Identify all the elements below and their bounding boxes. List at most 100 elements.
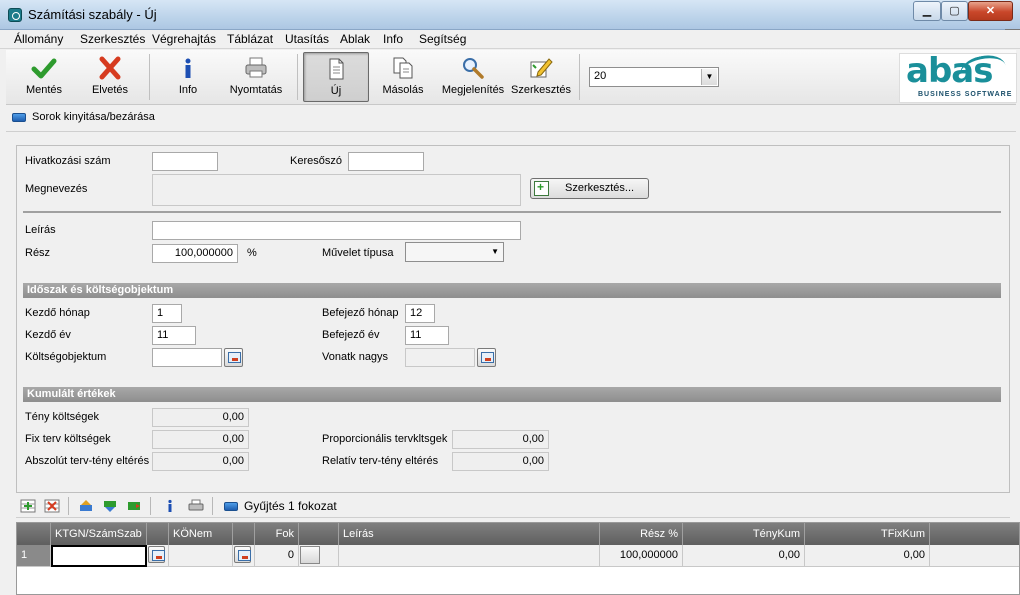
pencil-edit-icon [530, 58, 553, 78]
search-word-field[interactable] [348, 152, 424, 171]
add-edit-icon [534, 180, 549, 196]
maximize-button[interactable]: ▢ [941, 1, 968, 21]
grid-row-number[interactable]: 1 [17, 545, 51, 567]
fok-expand-button[interactable] [300, 546, 320, 564]
zoom-select[interactable]: 20 ▼ [589, 67, 719, 87]
move-down-icon[interactable] [102, 499, 118, 513]
close-button[interactable]: ✕ [968, 1, 1013, 21]
info-icon[interactable] [162, 499, 178, 513]
grid-cell-konem[interactable] [169, 545, 233, 567]
cross-icon [99, 56, 121, 80]
edit-toolbar-button[interactable]: Szerkesztés [509, 52, 573, 102]
start-year-label: Kezdő év [25, 329, 71, 341]
refresh-rows-icon[interactable] [126, 499, 142, 513]
toolbar-separator [579, 54, 580, 100]
part-label: Rész [25, 247, 51, 259]
ref-size-label: Vonatk nagys [322, 351, 389, 363]
end-month-label: Befejező hónap [322, 307, 399, 319]
ktgn-lookup-icon[interactable] [148, 546, 165, 563]
cost-object-label: Költségobjektum [25, 351, 107, 363]
menu-edit[interactable]: Szerkesztés [80, 32, 145, 46]
menu-execute[interactable]: Végrehajtás [152, 32, 216, 46]
toolbar: Mentés Elvetés Info Nyomtatás Új Másolás… [6, 50, 1017, 105]
printer-icon[interactable] [188, 499, 204, 513]
proportional-plan-field: 0,00 [452, 430, 549, 449]
expand-rows-icon [12, 113, 26, 122]
divider [23, 211, 1001, 213]
ref-size-field[interactable] [405, 348, 475, 367]
logo-subtitle: BUSINESS SOFTWARE [918, 91, 1013, 98]
menu-bar: Állomány Szerkesztés Végrehajtás Tábláza… [0, 30, 1020, 49]
konem-lookup-icon[interactable] [234, 546, 251, 563]
menu-command[interactable]: Utasítás [285, 32, 329, 46]
description-field[interactable] [152, 221, 521, 240]
grid-toolbar-separator [150, 497, 151, 515]
grid-header-ktgn-lookup [147, 523, 169, 545]
absolute-deviation-label: Abszolút terv-tény eltérés [25, 455, 150, 467]
grid-cell-tfixkum: 0,00 [805, 545, 930, 567]
grid-header-resz[interactable]: Rész % [600, 523, 683, 545]
menu-file[interactable]: Állomány [14, 32, 63, 46]
operation-type-select[interactable]: ▼ [405, 242, 504, 262]
start-month-label: Kezdő hónap [25, 307, 90, 319]
grid-cell-leiras[interactable] [339, 545, 600, 567]
description-label: Leírás [25, 224, 56, 236]
rows-toggle-bar[interactable]: Sorok kinyitása/bezárása [6, 106, 1016, 132]
menu-window[interactable]: Ablak [340, 32, 370, 46]
new-button[interactable]: Új [303, 52, 369, 102]
grid-header-konem-lookup [233, 523, 255, 545]
menu-table[interactable]: Táblázat [227, 32, 273, 46]
grid-cell-ktgn[interactable] [51, 545, 147, 567]
section-cumulated-header: Kumulált értékek [23, 387, 1001, 402]
window-title: Számítási szabály - Új [28, 7, 157, 22]
data-grid: KTGN/SzámSzab KÖNem Fok Leírás Rész % Té… [16, 522, 1020, 595]
relative-deviation-field: 0,00 [452, 452, 549, 471]
chevron-down-icon: ▼ [491, 247, 499, 256]
grid-cell-tenykum: 0,00 [683, 545, 805, 567]
menu-info[interactable]: Info [383, 32, 403, 46]
discard-button[interactable]: Elvetés [80, 52, 140, 102]
ref-number-field[interactable] [152, 152, 218, 171]
chevron-down-icon[interactable]: ▼ [701, 69, 717, 85]
part-unit: % [247, 247, 257, 259]
info-button[interactable]: Info [162, 52, 214, 102]
cost-object-field[interactable] [152, 348, 222, 367]
display-button[interactable]: Megjelenítés [438, 52, 508, 102]
grid-cell-resz[interactable]: 100,000000 [600, 545, 683, 567]
ref-number-label: Hivatkozási szám [25, 155, 111, 167]
grid-header-konem[interactable]: KÖNem [169, 523, 233, 545]
menu-help[interactable]: Segítség [419, 32, 466, 46]
grid-header-tfixkum[interactable]: TFixKum [805, 523, 930, 545]
delete-row-icon[interactable] [44, 499, 60, 513]
cost-object-lookup-icon[interactable] [224, 348, 243, 367]
insert-row-icon[interactable] [20, 499, 36, 513]
minimize-button[interactable]: ▁ [913, 1, 941, 21]
move-up-icon[interactable] [78, 499, 94, 513]
grid-header-fok[interactable]: Fok [255, 523, 299, 545]
save-button[interactable]: Mentés [14, 52, 74, 102]
print-button[interactable]: Nyomtatás [226, 52, 286, 102]
proportional-plan-label: Proporcionális tervkltsgek [322, 433, 448, 445]
grid-toolbar-separator [212, 497, 213, 515]
grid-header-fok-button [299, 523, 339, 545]
start-month-field[interactable]: 1 [152, 304, 182, 323]
grid-cell-konem-lookup [233, 545, 255, 567]
edit-name-button[interactable]: Szerkesztés... [530, 178, 649, 199]
copy-button[interactable]: Másolás [375, 52, 431, 102]
end-year-label: Befejező év [322, 329, 380, 341]
grid-cell-fok[interactable]: 0 [255, 545, 299, 567]
end-year-field[interactable]: 11 [405, 326, 449, 345]
grid-header-leiras[interactable]: Leírás [339, 523, 600, 545]
grid-header-tenykum[interactable]: TényKum [683, 523, 805, 545]
grid-header-ktgn[interactable]: KTGN/SzámSzab [51, 523, 147, 545]
ref-size-lookup-icon[interactable] [477, 348, 496, 367]
start-year-field[interactable]: 11 [152, 326, 196, 345]
name-field[interactable] [152, 174, 521, 206]
part-field[interactable]: 100,000000 [152, 244, 238, 263]
end-month-field[interactable]: 12 [405, 304, 435, 323]
collect-level-button[interactable]: Gyűjtés 1 fokozat [244, 499, 337, 513]
toolbar-separator [297, 54, 298, 100]
actual-costs-field: 0,00 [152, 408, 249, 427]
actual-costs-label: Tény költségek [25, 411, 99, 423]
absolute-deviation-field: 0,00 [152, 452, 249, 471]
